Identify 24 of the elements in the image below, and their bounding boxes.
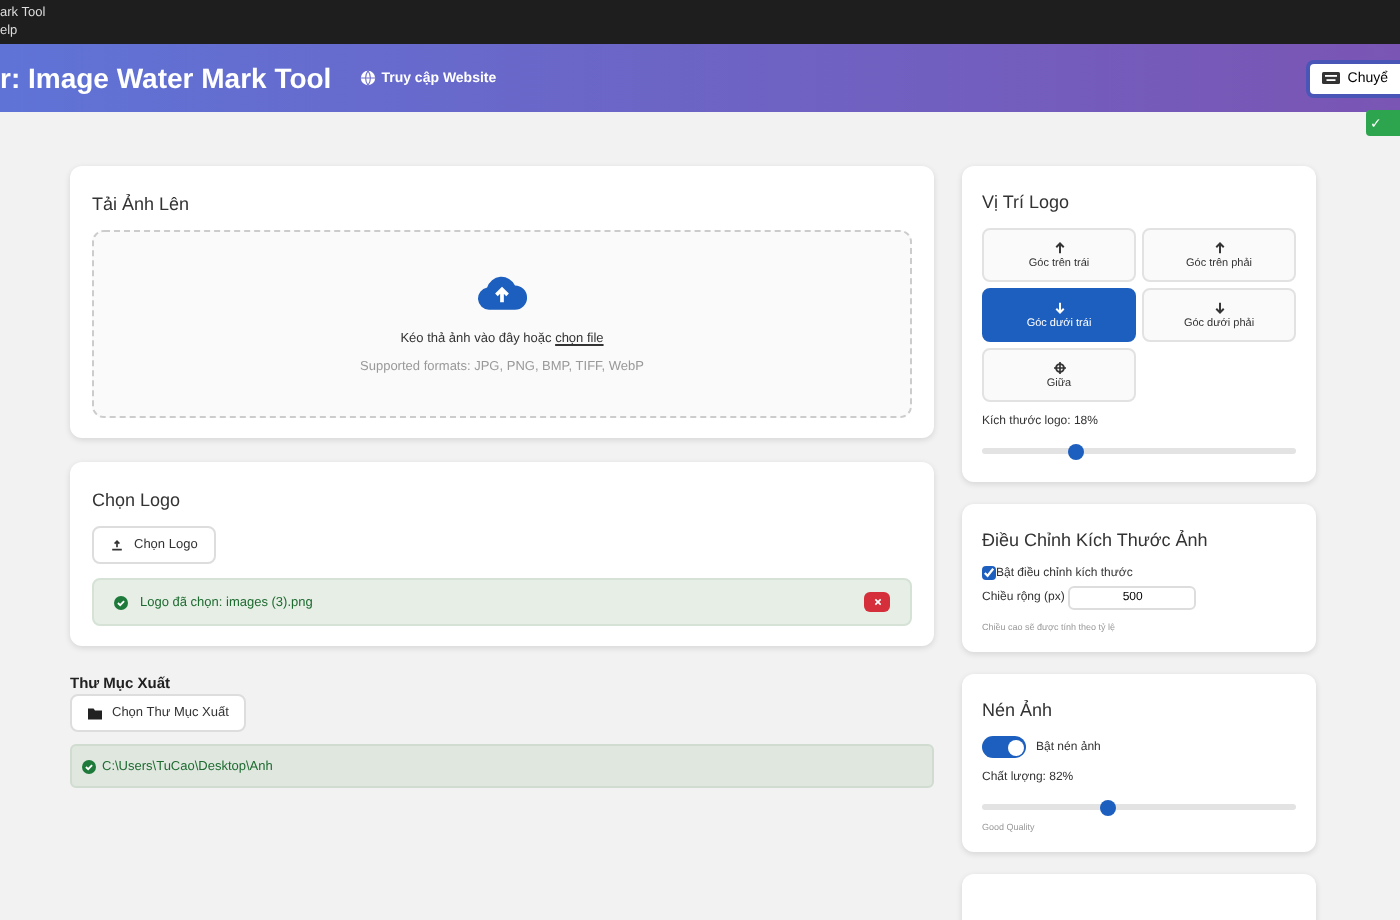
app-title: r: Image Water Mark Tool: [0, 62, 332, 94]
crosshair-icon: [1053, 361, 1065, 373]
folder-icon: [88, 707, 102, 719]
slider-thumb[interactable]: [1099, 799, 1116, 815]
check-circle-icon: [82, 759, 96, 773]
close-icon: [873, 598, 881, 606]
card-title: Tải Ảnh Lên: [92, 194, 192, 214]
card-title: Chọn Logo: [92, 490, 183, 510]
cloud-upload-icon: [476, 274, 528, 312]
upload-icon: [110, 539, 124, 551]
slider-thumb[interactable]: [1068, 443, 1085, 459]
remove-logo-button[interactable]: [864, 592, 890, 612]
card-title: Nén Ảnh: [982, 700, 1055, 720]
compress-toggle[interactable]: [982, 736, 1026, 758]
arrow-down-icon: [1053, 301, 1065, 313]
arrow-down-icon: [1213, 301, 1225, 313]
card-title: Vị Trí Logo: [982, 192, 1072, 212]
card-title: Điều Chỉnh Kích Thước Ảnh: [982, 530, 1210, 550]
keyboard-icon: [1321, 72, 1340, 84]
globe-icon: [359, 70, 376, 86]
arrow-up-icon: [1053, 241, 1065, 253]
check-circle-icon: [114, 595, 128, 609]
arrow-up-icon: [1213, 241, 1225, 253]
resize-checkbox[interactable]: [982, 566, 996, 580]
